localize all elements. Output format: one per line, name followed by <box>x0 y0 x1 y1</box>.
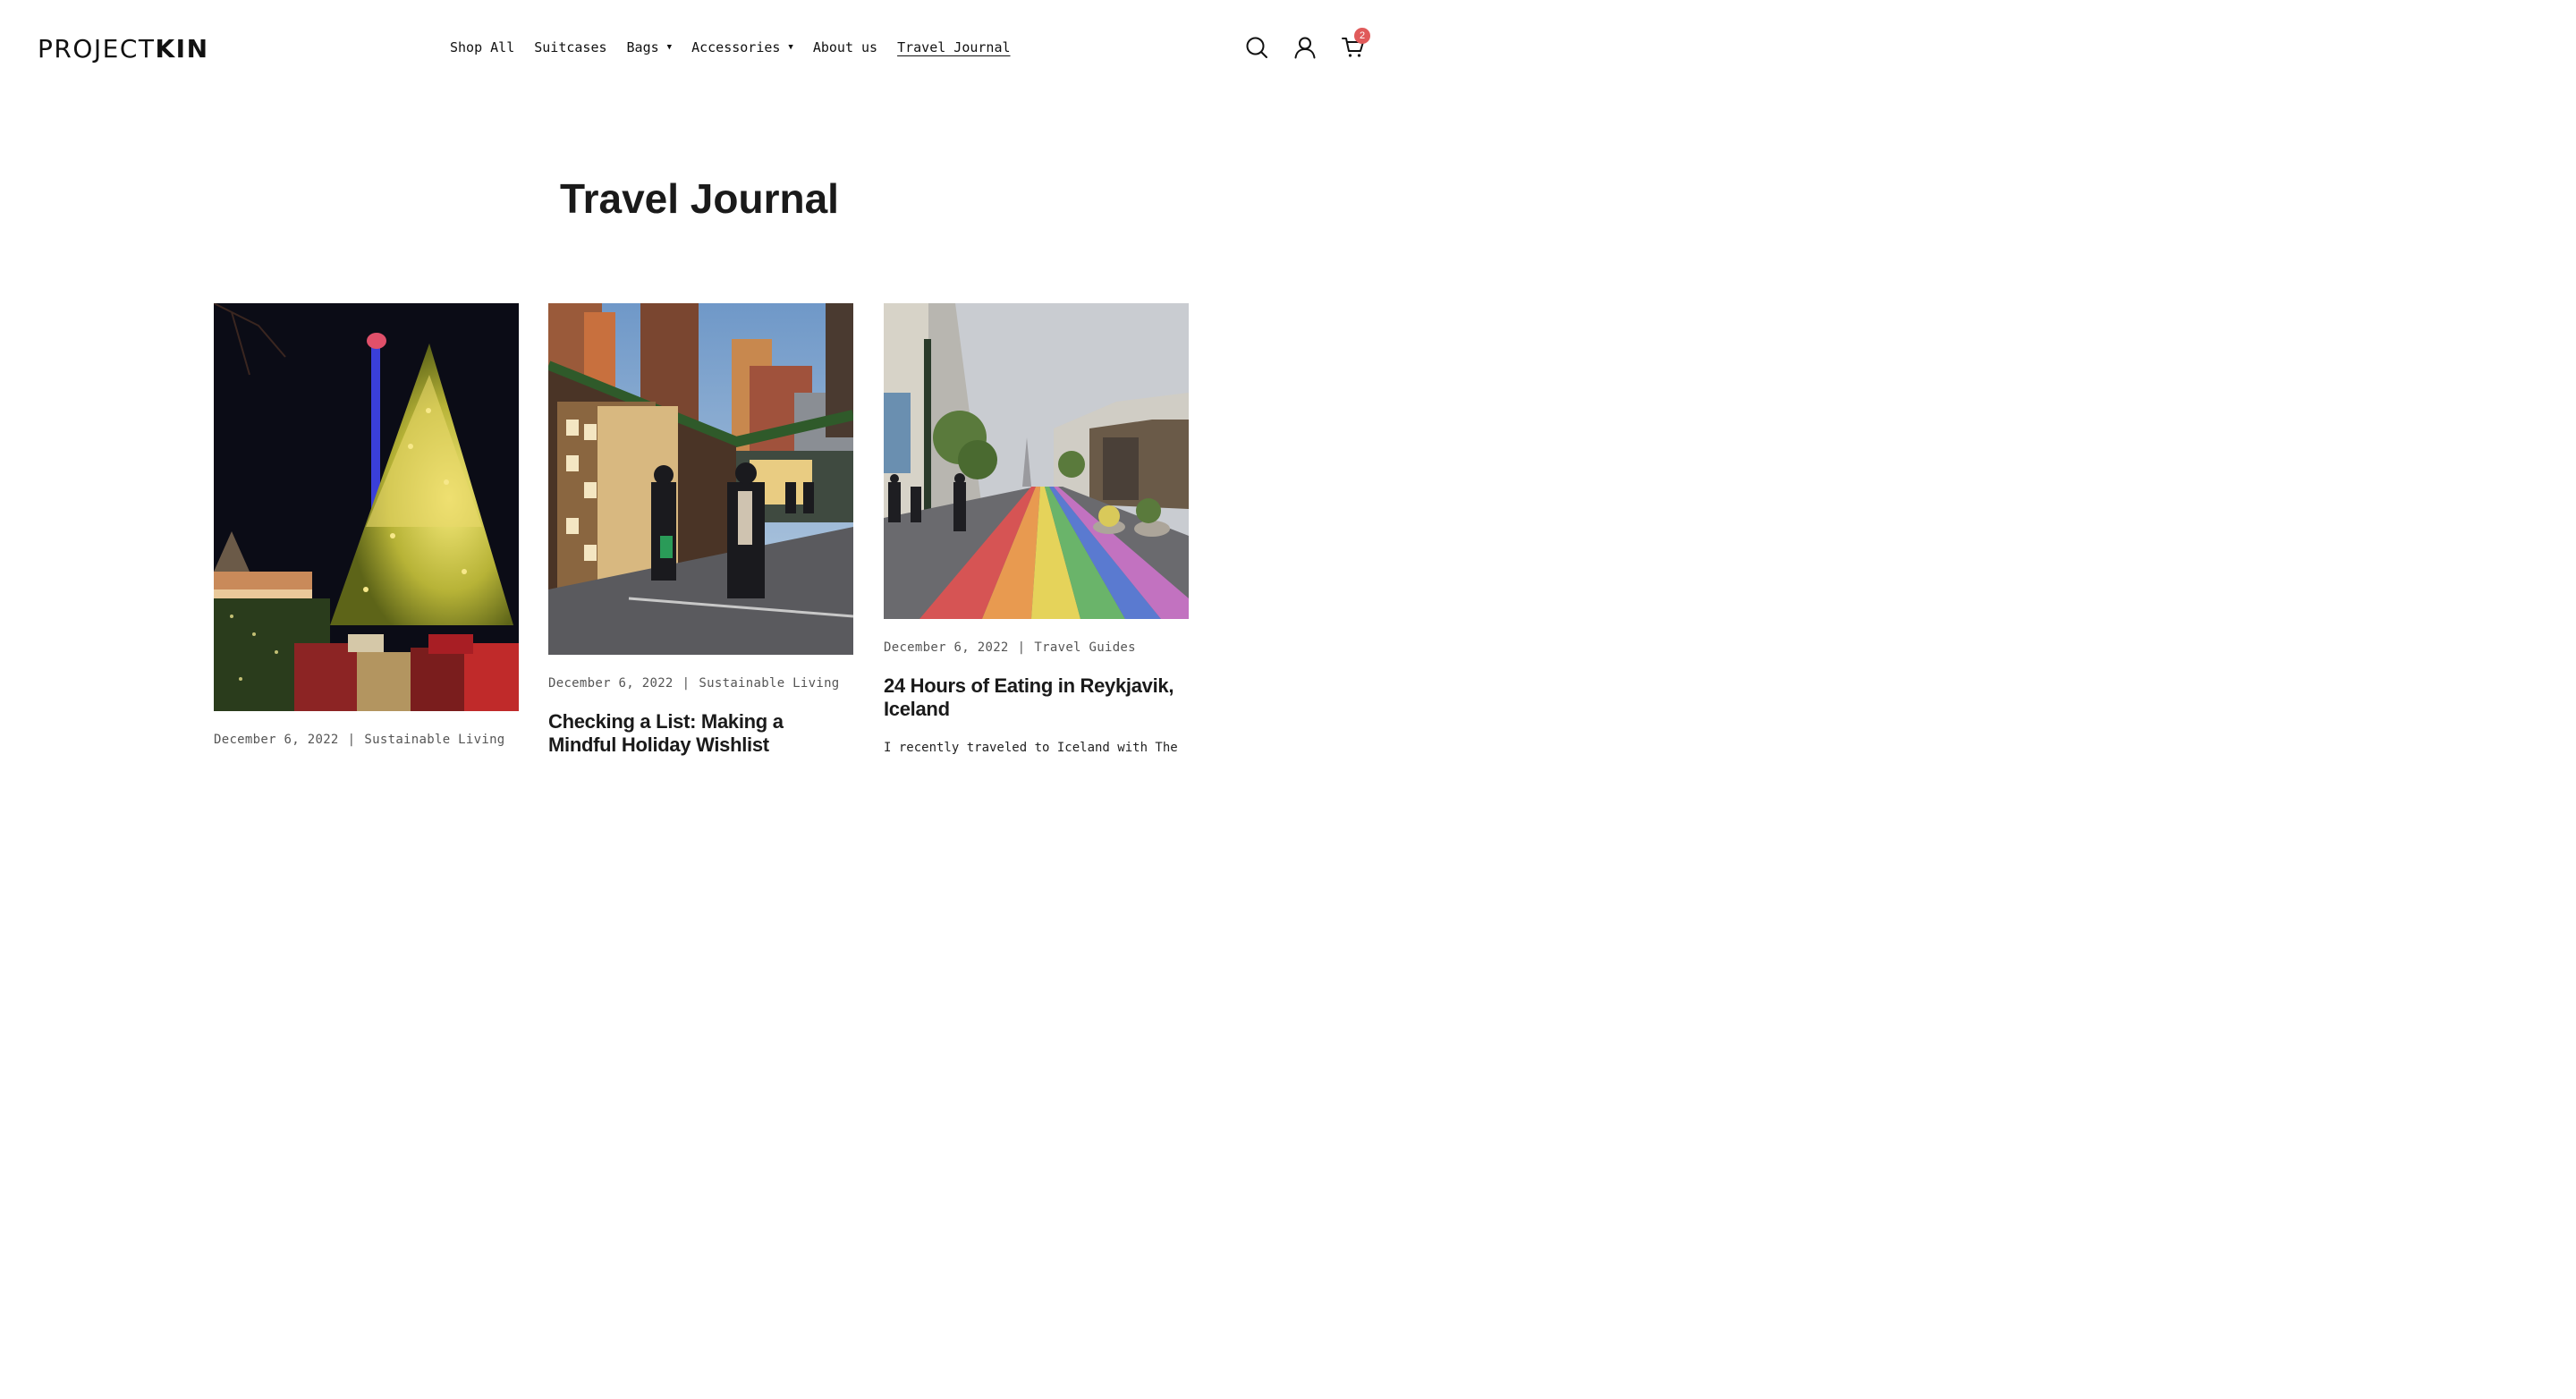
post-title-link[interactable]: Checking a List: Making a Mindful Holida… <box>548 710 853 757</box>
nav-item-suitcases[interactable]: Suitcases <box>534 39 606 55</box>
meta-separator: | <box>682 676 691 691</box>
main-nav: Shop All Suitcases Bags ▼ Accessories ▼ … <box>450 39 1011 55</box>
nav-label: Suitcases <box>534 39 607 55</box>
search-button[interactable] <box>1245 36 1268 59</box>
account-button[interactable] <box>1293 36 1317 59</box>
caret-down-icon: ▼ <box>788 43 793 52</box>
cart-button[interactable]: 2 <box>1342 28 1370 59</box>
post-meta: December 6, 2022 | Travel Guides <box>884 640 1189 655</box>
meta-separator: | <box>347 733 356 747</box>
post-category-link[interactable]: Sustainable Living <box>699 676 839 691</box>
post-meta: December 6, 2022 | Sustainable Living <box>214 733 519 747</box>
page-title: Travel Journal <box>560 175 839 222</box>
nav-item-travel-journal[interactable]: Travel Journal <box>897 39 1010 55</box>
nav-item-about-us[interactable]: About us <box>813 39 877 55</box>
search-icon <box>1246 37 1267 58</box>
post-date: December 6, 2022 <box>214 733 339 747</box>
holiday-market-street-photo[interactable] <box>548 303 853 655</box>
post-title-link[interactable]: 24 Hours of Eating in Reykjavik, Iceland <box>884 674 1189 721</box>
nav-label: Accessories <box>691 39 781 55</box>
nav-item-shop-all[interactable]: Shop All <box>450 39 514 55</box>
christmas-tree-night-photo[interactable] <box>214 303 519 711</box>
nav-label: Bags <box>626 39 659 55</box>
nav-item-accessories[interactable]: Accessories ▼ <box>691 39 793 55</box>
logo-light-text: PROJECT <box>38 34 156 64</box>
caret-down-icon: ▼ <box>666 43 673 52</box>
post-meta: December 6, 2022 | Sustainable Living <box>548 676 853 691</box>
nav-item-bags[interactable]: Bags ▼ <box>627 39 673 55</box>
header-icons: 2 <box>1245 28 1370 59</box>
site-header: PROJECTKIN Shop All Suitcases Bags ▼ Acc… <box>0 0 1399 98</box>
blog-card: December 6, 2022 | Sustainable Living Chec… <box>548 303 853 757</box>
site-logo[interactable]: PROJECTKIN <box>38 34 209 64</box>
post-date: December 6, 2022 <box>884 640 1009 655</box>
cart-count-badge: 2 <box>1354 28 1370 44</box>
post-date: December 6, 2022 <box>548 676 674 691</box>
nav-label: Shop All <box>450 39 515 55</box>
blog-card: December 6, 2022 | Travel Guides 24 Hours … <box>884 303 1189 755</box>
blog-card: December 6, 2022 | Sustainable Living <box>214 303 519 747</box>
meta-separator: | <box>1017 640 1026 655</box>
post-category-link[interactable]: Travel Guides <box>1034 640 1135 655</box>
post-excerpt: I recently traveled to Iceland with The <box>884 741 1178 755</box>
nav-label: Travel Journal <box>897 39 1011 55</box>
logo-bold-text: KIN <box>155 34 209 64</box>
post-category-link[interactable]: Sustainable Living <box>364 733 504 747</box>
nav-label: About us <box>812 39 878 55</box>
rainbow-street-reykjavik-photo[interactable] <box>884 303 1189 619</box>
account-icon <box>1294 37 1316 59</box>
